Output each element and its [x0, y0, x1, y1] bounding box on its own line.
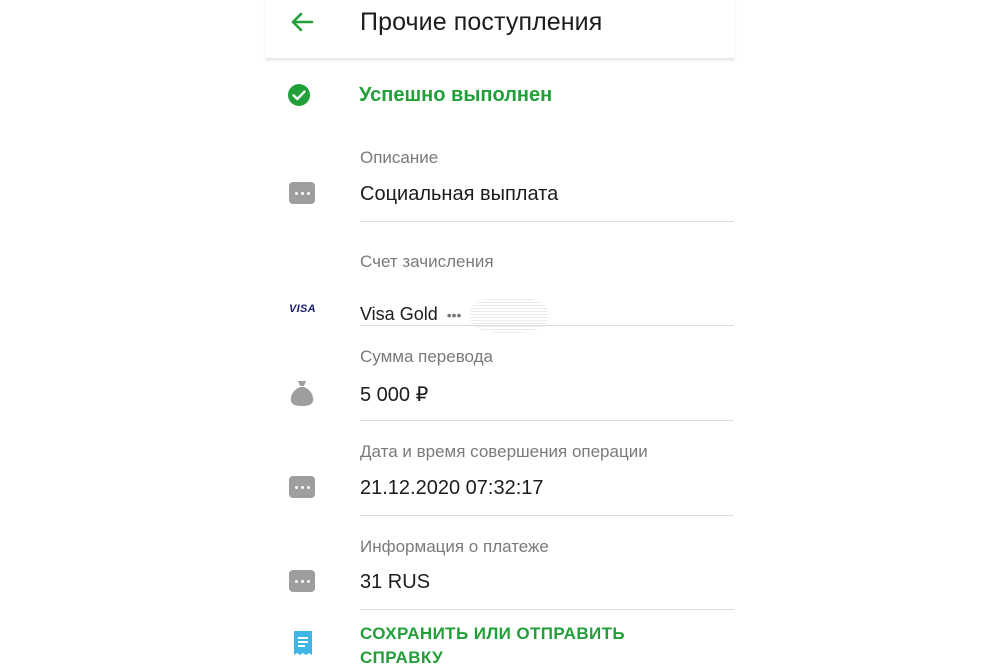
- arrow-left-icon: [291, 12, 314, 32]
- divider: [360, 515, 734, 516]
- back-button[interactable]: [286, 6, 318, 38]
- detail-row-payment-info: Информация о платеже 31 RUS: [266, 535, 734, 613]
- detail-value: Visa Gold •••: [360, 297, 549, 333]
- dots-icon: [289, 182, 315, 204]
- receipt-icon: [294, 631, 312, 655]
- money-bag-icon: [290, 381, 314, 406]
- card-mask: •••: [446, 306, 462, 323]
- detail-label: Описание: [360, 148, 439, 167]
- detail-row-description: Описание Социальная выплата: [266, 146, 734, 224]
- divider: [360, 221, 734, 222]
- dots-icon: [289, 570, 315, 592]
- save-or-send-receipt-button[interactable]: СОХРАНИТЬ ИЛИ ОТПРАВИТЬ СПРАВКУ: [266, 618, 734, 669]
- card-name: Visa Gold: [360, 303, 438, 324]
- detail-label: Дата и время совершения операции: [360, 442, 648, 461]
- detail-value: 5 000 ₽: [360, 384, 429, 406]
- status-text: Успешно выполнен: [359, 84, 553, 106]
- detail-value: 21.12.2020 07:32:17: [360, 477, 544, 499]
- detail-row-datetime: Дата и время совершения операции 21.12.2…: [266, 440, 734, 518]
- operation-details-screen: Прочие поступления Успешно выполнен Опис…: [0, 0, 1000, 669]
- detail-label: Информация о платеже: [360, 537, 549, 556]
- divider: [360, 325, 734, 326]
- action-label: СОХРАНИТЬ ИЛИ ОТПРАВИТЬ СПРАВКУ: [360, 624, 626, 667]
- check-circle-icon: [288, 84, 310, 106]
- detail-label: Сумма перевода: [360, 347, 494, 366]
- detail-value: Социальная выплата: [360, 183, 559, 205]
- app-header: Прочие поступления: [266, 0, 734, 59]
- detail-row-account: Счет зачисления VISA Visa Gold •••: [266, 250, 734, 333]
- detail-label: Счет зачисления: [360, 252, 494, 271]
- detail-value: 31 RUS: [360, 571, 431, 593]
- detail-row-amount: Сумма перевода 5 000 ₽: [266, 345, 734, 423]
- dots-icon: [289, 476, 315, 498]
- page-title: Прочие поступления: [360, 8, 603, 36]
- divider: [360, 609, 734, 610]
- divider: [360, 420, 734, 421]
- card-number-redacted: [470, 297, 549, 333]
- visa-logo-icon: VISA: [289, 303, 316, 315]
